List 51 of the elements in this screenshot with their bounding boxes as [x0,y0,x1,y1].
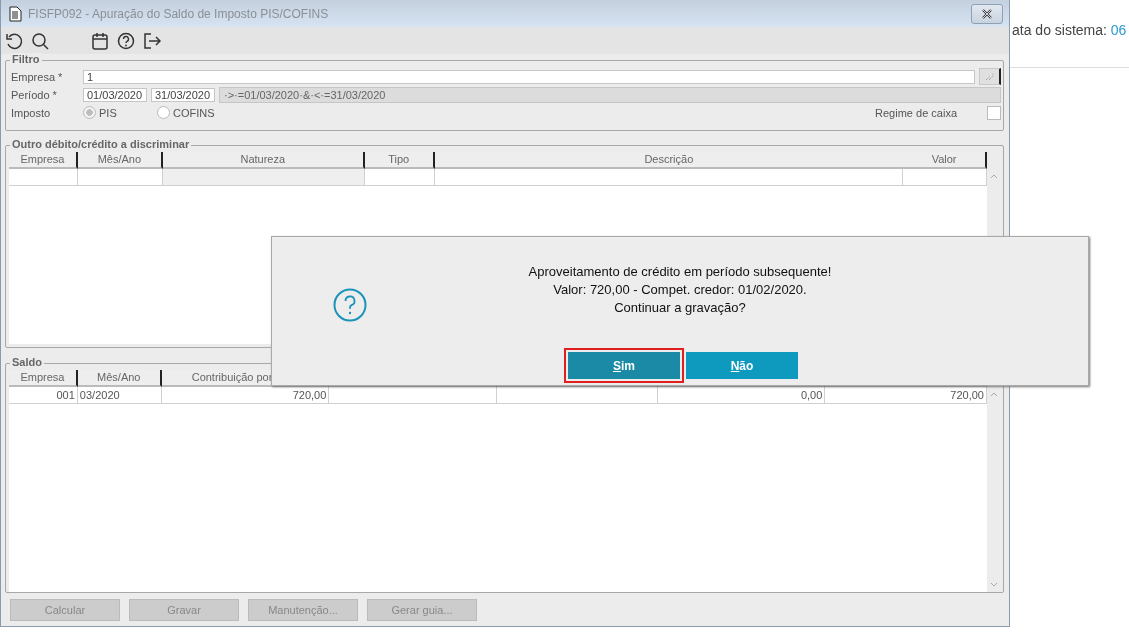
scroll-up-icon [990,392,998,398]
period-expression: ·>·=01/03/2020·&·<·=31/03/2020 [219,86,1001,103]
field-label: Empresa * [10,70,64,83]
checkbox-label: Regime de caixa [875,106,957,119]
close-icon [980,8,994,19]
field-label: Imposto [10,106,52,119]
exit-icon[interactable] [143,31,161,50]
empresa-field[interactable]: 1 [83,69,975,84]
column-header[interactable]: Mês/Ano [77,151,163,169]
message-text: Valor: 720,00 - Compet. credor: 01/02/2020. [552,281,808,299]
column-header[interactable]: Tipo [364,151,435,169]
group-title: Outro débito/crédito a discriminar [10,137,192,150]
group-title: Saldo [10,356,44,369]
group-title: Filtro [10,53,42,66]
message-text: Aproveitamento de crédito em período subsequente! [527,263,833,281]
date-label: ata do sistema: [1012,22,1108,38]
table-cell: 720,00 [825,387,987,405]
window-title: FISFP092 - Apuração do Saldo de Imposto PIS/COFINS [28,6,329,21]
table-cell [9,168,78,186]
lookup-button[interactable] [979,68,1001,86]
table-cell: 03/2020 [77,387,162,405]
wand-icon [984,72,995,81]
message-text: Continuar a gravação? [613,299,747,317]
radio-label: PIS [99,106,117,119]
column-header[interactable]: Empresa [9,151,78,169]
dialog-button[interactable]: Não [686,352,798,379]
table-cell: 0,00 [657,387,826,405]
search-icon[interactable] [31,31,49,50]
scroll-down-icon [990,582,998,588]
checkbox[interactable] [987,105,1001,120]
undo-icon[interactable] [5,31,23,50]
column-header[interactable]: Valor [903,151,988,169]
radio-label: COFINS [173,106,215,119]
document-icon [8,5,22,22]
table-cell: 001 [9,387,78,405]
calendar-icon[interactable] [91,31,109,50]
table-cell [364,168,435,186]
close-button[interactable] [971,3,1003,24]
question-icon [333,288,367,322]
date-value: 06 [1110,22,1127,38]
column-header[interactable]: Mês/Ano [77,370,162,388]
field-label: Período * [10,88,58,101]
scroll-up-icon [990,173,998,179]
table-cell: 720,00 [161,387,330,405]
radio-button[interactable] [83,106,96,120]
start-date-field[interactable]: 01/03/2020 [83,87,147,102]
radio-button[interactable] [157,106,170,120]
help-icon[interactable] [117,31,135,50]
column-header[interactable]: Descrição [434,151,904,169]
column-header[interactable]: Empresa [9,370,78,388]
end-date-field[interactable]: 31/03/2020 [151,87,215,102]
